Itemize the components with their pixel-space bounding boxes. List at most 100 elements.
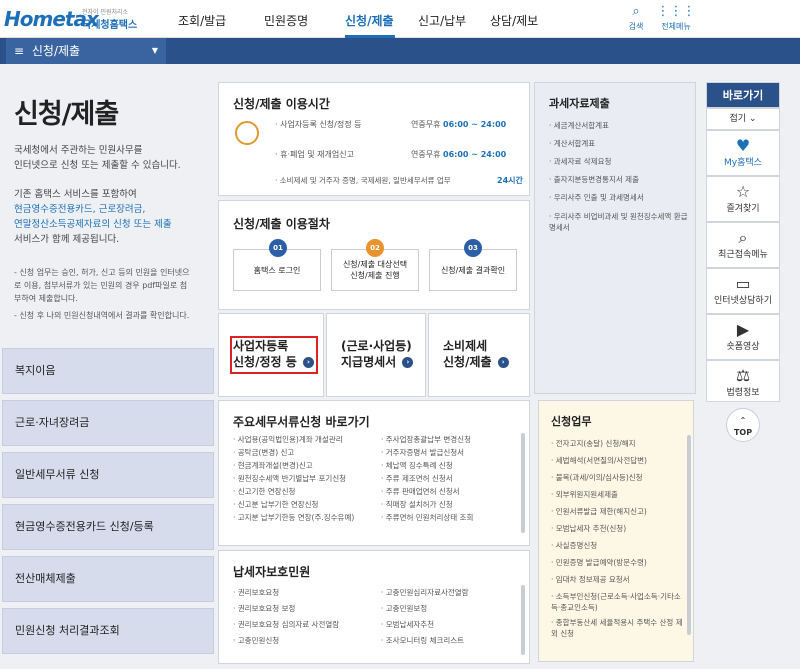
- search-button[interactable]: ⌕ 검색: [616, 4, 656, 32]
- business-list: · 전자고지(송달) 신청/해지 · 세법해석(서면질의/사전답변) · 불복(…: [551, 435, 687, 639]
- quick-shorts[interactable]: ▶ 숏폼영상: [706, 314, 780, 360]
- chevron-down-icon: ▼: [151, 46, 158, 55]
- step-badge: 02: [366, 239, 384, 257]
- quick-consult[interactable]: ▭ 인터넷상담하기: [706, 268, 780, 314]
- hours-type: 24시간: [497, 176, 523, 185]
- gnav-report[interactable]: 신고/납부: [418, 12, 466, 29]
- protection-col1: · 권리보호요청 · 권리보호요청 보정 · 권리보호요청 심의자료 사전열람 …: [233, 585, 381, 649]
- quick-law[interactable]: ⚖ 법령정보: [706, 360, 780, 402]
- hours-row: · 소비제세 및 거주자 증명, 국제세원, 일반세무서류 업무: [275, 176, 451, 185]
- service-text: 기존 홈택스 서비스를 포함하여 현금영수증전용카드, 근로장려금, 연말정산소…: [14, 189, 172, 245]
- steps-panel: 신청/제출 이용절차 홈택스 로그인 01 신청/제출 대상선택 신청/제출 진행…: [218, 200, 530, 310]
- search-label: 검색: [628, 22, 644, 31]
- quick-menu-title: 바로가기: [706, 82, 780, 108]
- list-item[interactable]: · 고충민원보정: [381, 601, 519, 617]
- list-item[interactable]: · 모범납세자추천: [381, 617, 519, 633]
- nav-earned-income[interactable]: 근로·자녀장려금: [2, 400, 214, 446]
- list-item[interactable]: · 민원증명 발급예약(방문수령): [551, 554, 687, 571]
- list-item[interactable]: · 조사모니터링 체크리스트: [381, 633, 519, 649]
- list-item[interactable]: · 신고분 납부기한 연장신청: [233, 498, 379, 511]
- step-badge: 01: [269, 239, 287, 257]
- list-item[interactable]: · 고충민원신청: [233, 633, 381, 649]
- menu-icon: ≡: [14, 44, 25, 58]
- quick-label: My홈택스: [724, 158, 762, 168]
- search-icon: ⌕: [632, 4, 640, 19]
- play-icon: ▶: [736, 320, 750, 339]
- list-item[interactable]: · 고충민원심리자료사전열람: [381, 585, 519, 601]
- gnav-consult[interactable]: 상담/제보: [490, 12, 538, 29]
- taxpayer-protection-panel: 납세자보호민원 · 권리보호요청 · 권리보호요청 보정 · 권리보호요청 심의…: [218, 550, 530, 664]
- top-button[interactable]: ⌃ TOP: [726, 408, 760, 442]
- list-item[interactable]: · 우리사주 비업비과세 및 원천징수세액 환급명세서: [549, 211, 689, 233]
- list-item[interactable]: · 과세자료 삭제요청: [549, 153, 689, 171]
- quick-label: 인터넷상담하기: [714, 296, 772, 306]
- shortcuts-col1: · 사업용(공익법인용)계좌 개설관리 · 공탁금(변경) 신고 · 현금계좌개…: [233, 433, 379, 524]
- list-item[interactable]: · 우리사주 인출 및 과세명세서: [549, 189, 689, 207]
- list-item[interactable]: · 주류 판매업면허 신청서: [381, 485, 519, 498]
- list-item[interactable]: · 인원서류발급 제한(해지신고): [551, 503, 687, 520]
- quick-label: 최근접속메뉴: [718, 250, 768, 260]
- quick-recent[interactable]: ⌕ 최근접속메뉴: [706, 222, 780, 268]
- nav-result-inquiry[interactable]: 민원신청 처리결과조회: [2, 608, 214, 654]
- hometax-logo[interactable]: Hometax 전자이 민원처리소 국세청홈택스: [4, 6, 154, 32]
- list-item[interactable]: · 거주자증명서 발급신청서: [381, 446, 519, 459]
- business-registration-button[interactable]: 사업자등록 신청/정정 등 ›: [218, 313, 324, 397]
- list-item[interactable]: · 모범납세자 추천(신청): [551, 520, 687, 537]
- scrollbar[interactable]: [687, 435, 691, 635]
- list-item[interactable]: · 소득부인신청(근로소득·사업소득·기타소득·종교인소득): [551, 591, 687, 613]
- quick-my-hometax[interactable]: ♥ My홈택스: [706, 130, 780, 176]
- list-item[interactable]: · 전자고지(송달) 신청/해지: [551, 435, 687, 452]
- list-item[interactable]: · 사업용(공익법인용)계좌 개설관리: [233, 433, 379, 446]
- nav-electronic-media[interactable]: 전산매체제출: [2, 556, 214, 602]
- list-item[interactable]: · 고지분 납부기한등 연장(주.징수유예): [233, 511, 379, 524]
- list-item[interactable]: · 권리보호요청 보정: [233, 601, 381, 617]
- list-item[interactable]: · 원천징수세액 반기별납부 포기신청: [233, 472, 379, 485]
- gnav-certificate[interactable]: 민원증명: [264, 12, 308, 29]
- chevron-up-icon: ⌃: [739, 416, 747, 425]
- list-item[interactable]: · 외부위원지원세제출: [551, 486, 687, 503]
- notes-text: - 신청 업무는 승인, 허가, 신고 등의 민원을 인터넷으 로 이용, 첨부서…: [14, 268, 190, 320]
- gnav-inquiry[interactable]: 조회/발급: [178, 12, 226, 29]
- gnav-apply[interactable]: 신청/제출: [345, 12, 394, 29]
- list-item[interactable]: · 직매장 설치허가 신청: [381, 498, 519, 511]
- hours-row: · 사업자등록 신청/정정 등: [275, 120, 362, 129]
- list-item[interactable]: · 세법해석(서면질의/사전답변): [551, 452, 687, 469]
- recent-search-icon: ⌕: [738, 228, 748, 247]
- list-item[interactable]: · 주류 제조면허 신청서: [381, 472, 519, 485]
- list-item[interactable]: · 사실증명신청: [551, 537, 687, 554]
- list-item[interactable]: · 현금계좌개설(변경)신고: [233, 459, 379, 472]
- tax-data-panel: 과세자료제출 · 세금계산서합계표 · 계산서합계표 · 과세자료 삭제요청 ·…: [534, 82, 696, 394]
- steps-title: 신청/제출 이용절차: [233, 217, 330, 231]
- consumption-tax-button[interactable]: 소비제세 신청/제출 ›: [428, 313, 530, 397]
- hours-type: 연중무휴 06:00 ~ 24:00: [411, 120, 507, 129]
- list-item[interactable]: · 주류면허 민원처리상태 조회: [381, 511, 519, 524]
- list-item[interactable]: · 종합부동산세 세율적용시 주택수 산정 제외 신청: [551, 617, 687, 639]
- list-item[interactable]: · 불복(과세/이의/심사등)신청: [551, 469, 687, 486]
- scrollbar[interactable]: [521, 585, 525, 655]
- list-item[interactable]: · 세금계산서합계표: [549, 117, 689, 135]
- list-item[interactable]: · 공탁금(변경) 신고: [233, 446, 379, 459]
- list-item[interactable]: · 체납액 징수특례 신청: [381, 459, 519, 472]
- allmenu-button[interactable]: ⋮⋮⋮ 전체메뉴: [654, 4, 698, 32]
- collapse-button[interactable]: 접기 ⌄: [706, 108, 780, 130]
- payment-statement-button[interactable]: (근로·사업등) 지급명세서 ›: [326, 313, 426, 397]
- quick-label: 법령정보: [726, 388, 760, 398]
- logo-tiny: 전자이 민원처리소: [82, 9, 129, 16]
- chevron-down-icon: ⌄: [748, 114, 757, 124]
- list-item[interactable]: · 임대차 정보제공 요청서: [551, 571, 687, 588]
- breadcrumb-dropdown[interactable]: ≡ 신청/제출 ▼: [6, 38, 166, 64]
- shortcuts-col2: · 주사업장총괄납부 변경신청 · 거주자증명서 발급신청서 · 체납액 징수특…: [381, 433, 519, 524]
- nav-general-docs[interactable]: 일반세무서류 신청: [2, 452, 214, 498]
- list-item[interactable]: · 계산서합계표: [549, 135, 689, 153]
- quick-favorites[interactable]: ☆ 즐겨찾기: [706, 176, 780, 222]
- list-item[interactable]: · 신고기한 연장신청: [233, 485, 379, 498]
- nav-cash-receipt-card[interactable]: 현금영수증전용카드 신청/등록: [2, 504, 214, 550]
- nav-welfare[interactable]: 복지이음: [2, 348, 214, 394]
- list-item[interactable]: · 출자지분등변경통지서 제출: [549, 171, 689, 189]
- scrollbar[interactable]: [521, 433, 525, 533]
- highlight-box: [230, 336, 318, 374]
- list-item[interactable]: · 권리보호요청 심의자료 사전열람: [233, 617, 381, 633]
- list-item[interactable]: · 주사업장총괄납부 변경신청: [381, 433, 519, 446]
- hours-type: 연중무휴 06:00 ~ 24:00: [411, 150, 507, 159]
- list-item[interactable]: · 권리보호요청: [233, 585, 381, 601]
